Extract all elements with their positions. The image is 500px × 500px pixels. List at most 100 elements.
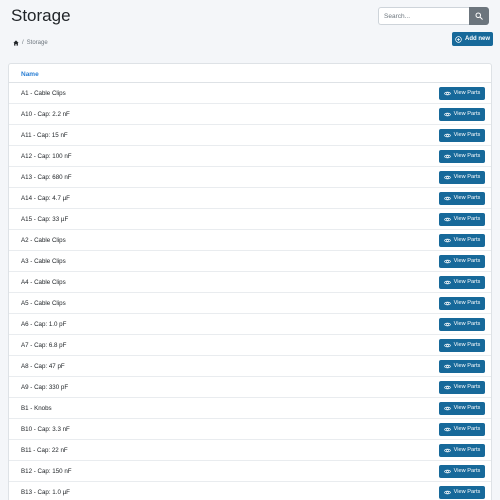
search-button[interactable]: [469, 7, 489, 25]
view-parts-button[interactable]: View Parts: [439, 317, 485, 331]
row-name[interactable]: B13 - Cap: 1.0 µF: [21, 489, 70, 496]
view-parts-label: View Parts: [453, 363, 481, 369]
row-name[interactable]: A3 - Cable Clips: [21, 258, 66, 265]
eye-icon: [443, 259, 451, 263]
view-parts-button[interactable]: View Parts: [439, 86, 485, 100]
eye-icon: [443, 448, 451, 452]
row-name[interactable]: A10 - Cap: 2.2 nF: [21, 111, 70, 118]
storage-table: Name A1 - Cable Clips View Parts A10 - Cap…: [8, 63, 492, 500]
row-name[interactable]: A5 - Cable Clips: [21, 300, 66, 307]
view-parts-label: View Parts: [453, 132, 481, 138]
view-parts-label: View Parts: [453, 489, 481, 495]
breadcrumb: / Storage: [13, 40, 48, 46]
eye-icon: [443, 469, 451, 473]
search-group: [378, 7, 489, 25]
column-header-name[interactable]: Name: [9, 64, 491, 83]
view-parts-button[interactable]: View Parts: [439, 170, 485, 184]
eye-icon: [443, 217, 451, 221]
view-parts-button[interactable]: View Parts: [439, 443, 485, 457]
view-parts-label: View Parts: [453, 468, 481, 474]
table-row: B11 - Cap: 22 nF View Parts: [9, 440, 491, 461]
table-row: A6 - Cap: 1.0 pF View Parts: [9, 314, 491, 335]
view-parts-button[interactable]: View Parts: [439, 359, 485, 373]
table-row: A12 - Cap: 100 nF View Parts: [9, 146, 491, 167]
table-row: B12 - Cap: 150 nF View Parts: [9, 461, 491, 482]
view-parts-button[interactable]: View Parts: [439, 212, 485, 226]
eye-icon: [443, 112, 451, 116]
view-parts-label: View Parts: [453, 384, 481, 390]
row-name[interactable]: A4 - Cable Clips: [21, 279, 66, 286]
row-name[interactable]: A14 - Cap: 4.7 µF: [21, 195, 70, 202]
table-row: A2 - Cable Clips View Parts: [9, 230, 491, 251]
row-name[interactable]: B1 - Knobs: [21, 405, 52, 412]
view-parts-label: View Parts: [453, 321, 481, 327]
view-parts-button[interactable]: View Parts: [439, 149, 485, 163]
home-icon[interactable]: [13, 40, 19, 46]
view-parts-label: View Parts: [453, 174, 481, 180]
add-new-label: Add new: [465, 36, 490, 42]
eye-icon: [443, 427, 451, 431]
eye-icon: [443, 196, 451, 200]
view-parts-button[interactable]: View Parts: [439, 401, 485, 415]
table-row: A9 - Cap: 330 pF View Parts: [9, 377, 491, 398]
eye-icon: [443, 175, 451, 179]
row-name[interactable]: A11 - Cap: 15 nF: [21, 132, 68, 139]
view-parts-label: View Parts: [453, 237, 481, 243]
view-parts-button[interactable]: View Parts: [439, 296, 485, 310]
eye-icon: [443, 322, 451, 326]
view-parts-label: View Parts: [453, 153, 481, 159]
view-parts-button[interactable]: View Parts: [439, 380, 485, 394]
view-parts-label: View Parts: [453, 195, 481, 201]
view-parts-button[interactable]: View Parts: [439, 338, 485, 352]
eye-icon: [443, 238, 451, 242]
eye-icon: [443, 490, 451, 494]
search-icon: [475, 12, 483, 20]
table-row: B10 - Cap: 3.3 nF View Parts: [9, 419, 491, 440]
eye-icon: [443, 406, 451, 410]
view-parts-button[interactable]: View Parts: [439, 254, 485, 268]
row-name[interactable]: A8 - Cap: 47 pF: [21, 363, 65, 370]
table-row: A11 - Cap: 15 nF View Parts: [9, 125, 491, 146]
view-parts-label: View Parts: [453, 111, 481, 117]
view-parts-label: View Parts: [453, 279, 481, 285]
table-row: A8 - Cap: 47 pF View Parts: [9, 356, 491, 377]
row-name[interactable]: A6 - Cap: 1.0 pF: [21, 321, 66, 328]
view-parts-label: View Parts: [453, 405, 481, 411]
view-parts-button[interactable]: View Parts: [439, 275, 485, 289]
table-row: B1 - Knobs View Parts: [9, 398, 491, 419]
row-name[interactable]: A7 - Cap: 6.8 pF: [21, 342, 66, 349]
row-name[interactable]: A2 - Cable Clips: [21, 237, 66, 244]
add-new-button[interactable]: Add new: [452, 32, 493, 46]
row-name[interactable]: B11 - Cap: 22 nF: [21, 447, 68, 454]
view-parts-button[interactable]: View Parts: [439, 233, 485, 247]
view-parts-button[interactable]: View Parts: [439, 191, 485, 205]
view-parts-label: View Parts: [453, 216, 481, 222]
table-row: A13 - Cap: 680 nF View Parts: [9, 167, 491, 188]
view-parts-label: View Parts: [453, 258, 481, 264]
view-parts-button[interactable]: View Parts: [439, 485, 485, 499]
eye-icon: [443, 154, 451, 158]
view-parts-button[interactable]: View Parts: [439, 128, 485, 142]
table-body: A1 - Cable Clips View Parts A10 - Cap: 2.2…: [9, 83, 491, 500]
eye-icon: [443, 343, 451, 347]
row-name[interactable]: A15 - Cap: 33 µF: [21, 216, 68, 223]
row-name[interactable]: A9 - Cap: 330 pF: [21, 384, 68, 391]
row-name[interactable]: A13 - Cap: 680 nF: [21, 174, 72, 181]
view-parts-button[interactable]: View Parts: [439, 422, 485, 436]
table-row: A5 - Cable Clips View Parts: [9, 293, 491, 314]
breadcrumb-current: Storage: [26, 40, 48, 46]
view-parts-button[interactable]: View Parts: [439, 464, 485, 478]
view-parts-label: View Parts: [453, 342, 481, 348]
row-name[interactable]: B12 - Cap: 150 nF: [21, 468, 72, 475]
table-row: A3 - Cable Clips View Parts: [9, 251, 491, 272]
table-row: A1 - Cable Clips View Parts: [9, 83, 491, 104]
eye-icon: [443, 280, 451, 284]
eye-icon: [443, 133, 451, 137]
view-parts-button[interactable]: View Parts: [439, 107, 485, 121]
row-name[interactable]: A12 - Cap: 100 nF: [21, 153, 72, 160]
row-name[interactable]: A1 - Cable Clips: [21, 90, 66, 97]
breadcrumb-separator: /: [22, 40, 24, 46]
search-input[interactable]: [378, 7, 469, 25]
view-parts-label: View Parts: [453, 426, 481, 432]
row-name[interactable]: B10 - Cap: 3.3 nF: [21, 426, 70, 433]
